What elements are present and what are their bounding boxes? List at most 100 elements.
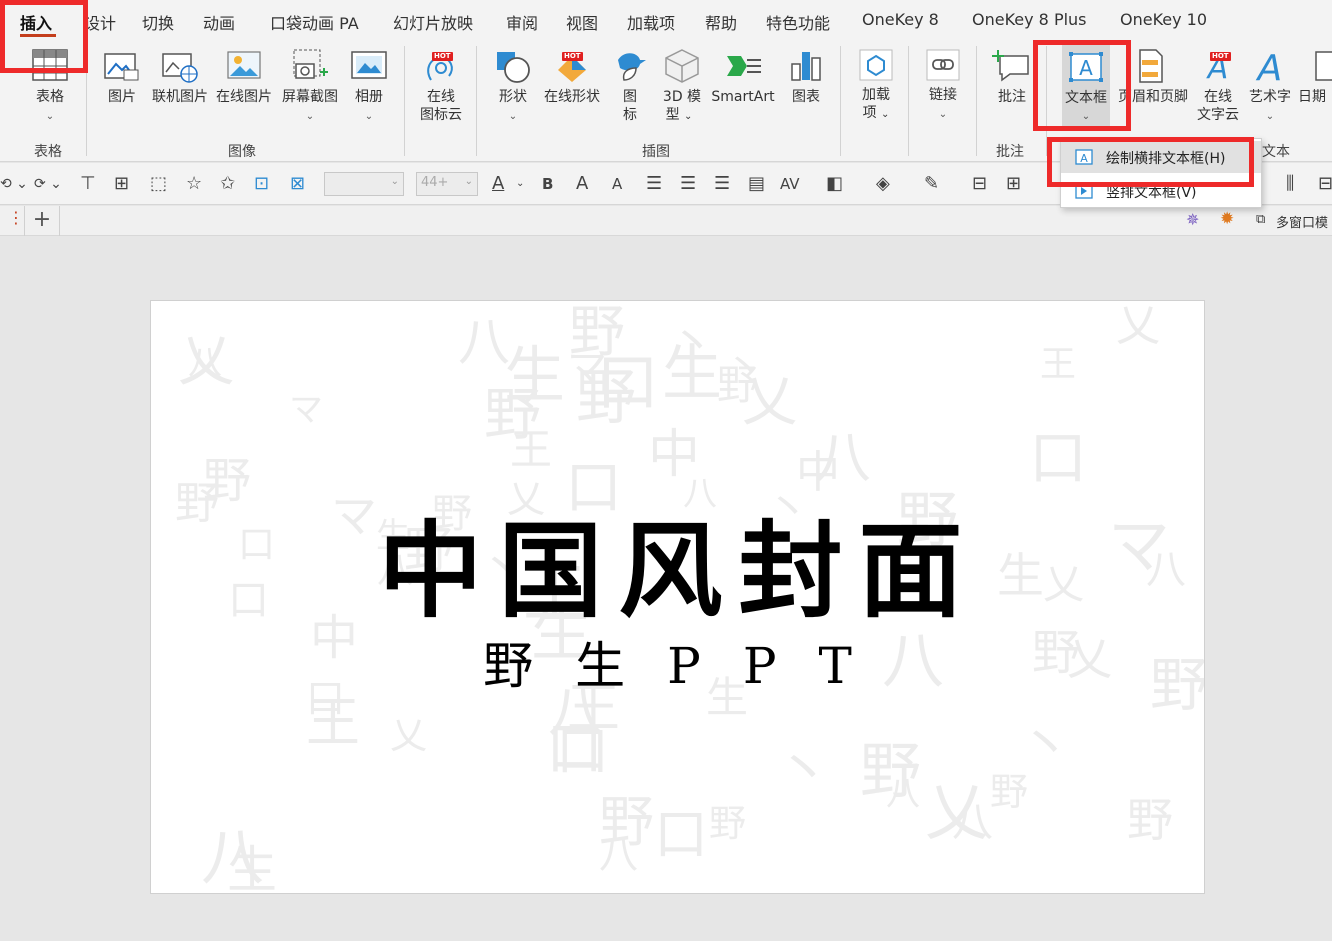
3d-models-label-2: 型 ⌄ [646, 106, 712, 126]
3d-models-label-2-text: 型 [665, 107, 680, 123]
distribute-icon[interactable]: ⫼ [1286, 173, 1294, 195]
smartart-button[interactable]: SmartArt [711, 42, 775, 122]
font-size-select[interactable]: 44+ ⌄ [416, 172, 478, 196]
justify-icon[interactable]: ☰ [680, 173, 696, 195]
background-glyph: 中 [648, 425, 701, 485]
background-glyph: 乂 [178, 329, 234, 394]
comment-button[interactable]: 批注 [992, 42, 1032, 122]
tab-review[interactable]: 审阅 [506, 10, 538, 34]
header-footer-button[interactable]: 页眉和页脚 [1118, 42, 1188, 122]
header-footer-icon [1139, 49, 1163, 83]
icons-button[interactable]: 图 标 [612, 42, 648, 132]
online-image-label: 在线图片 [216, 89, 272, 105]
slide-title[interactable]: 中国风封面 [151, 486, 1204, 637]
online-icon-cloud-button[interactable]: HOT 在线 图标云 [420, 42, 462, 132]
comment-icon [992, 50, 1029, 82]
bold-button[interactable]: B [542, 173, 553, 195]
online-picture-button[interactable]: 联机图片 [152, 42, 208, 122]
cube-icon [665, 49, 699, 83]
highlight-box-insert-tab [0, 0, 88, 73]
online-image-button[interactable]: 在线图片 [216, 42, 272, 122]
photo-album-icon [351, 51, 387, 79]
background-glyph: 乂 [390, 714, 427, 757]
tab-pocket-animation[interactable]: 口袋动画 PA [270, 10, 359, 34]
addins-button[interactable]: 加载 项 ⌄ [856, 42, 896, 132]
tab-help[interactable]: 帮助 [705, 10, 737, 34]
chevron-down-icon[interactable]: ⌄ [516, 173, 524, 195]
screenshot-button[interactable]: 屏幕截图 ⌄ [282, 42, 338, 132]
tab-onekey8[interactable]: OneKey 8 [862, 10, 939, 29]
smartart-icon [727, 56, 761, 76]
grow-font-button[interactable]: A [576, 173, 588, 195]
ribbon-tab-bar: 插入 设计 切换 动画 口袋动画 PA 幻灯片放映 审阅 视图 加载项 帮助 特… [0, 0, 1332, 42]
date-time-button[interactable]: 日期 [1300, 42, 1332, 122]
icons-label-1: 图 [623, 89, 637, 105]
chart-button[interactable]: 图表 [786, 42, 826, 122]
char-spacing-button[interactable]: AV [780, 173, 800, 195]
document-tab-bar: ⋮ + ✵ ✹ ⧉ 多窗口模 [0, 206, 1332, 236]
background-glyph: 八 [458, 313, 511, 373]
distributed-icon[interactable]: ▤ [748, 173, 765, 195]
tab-animations[interactable]: 动画 [203, 10, 235, 34]
svg-text:A: A [1256, 48, 1283, 84]
redo-icon[interactable]: ⟳ ⌄ [34, 173, 62, 195]
slide-subtitle[interactable]: 野生PPT [151, 626, 1204, 698]
wordart-button[interactable]: A 艺术字 ⌄ [1249, 42, 1291, 132]
star-outline-icon[interactable]: ✩ [220, 173, 235, 195]
align-icon[interactable]: ⊞ [114, 173, 129, 195]
background-glyph: 口 [654, 803, 708, 866]
slide-canvas[interactable]: 野生口口中八八生八野生乂口八王丶生乂乂丶野八乂口野八王口八野野王マ口野野中王八生… [150, 300, 1205, 894]
online-shapes-button[interactable]: HOT 在线形状 [544, 42, 600, 122]
star-icon[interactable]: ☆ [186, 173, 202, 195]
album-button[interactable]: 相册 ⌄ [348, 42, 390, 132]
tab-view[interactable]: 视图 [566, 10, 598, 34]
tab-transitions[interactable]: 切换 [142, 10, 174, 34]
tab-slideshow[interactable]: 幻灯片放映 [393, 10, 473, 34]
settings-gear-icon[interactable]: ✹ [1220, 209, 1234, 229]
fill-color-icon[interactable]: ◈ [876, 173, 890, 195]
3d-models-button[interactable]: 3D 模 型 ⌄ [662, 42, 702, 132]
picture-button[interactable]: 图片 [102, 42, 142, 122]
background-glyph: 生 [504, 340, 566, 411]
shapes-label: 形状 [499, 89, 527, 105]
multi-window-label[interactable]: 多窗口模 [1276, 212, 1328, 231]
picture-label: 图片 [108, 89, 136, 105]
select-icon[interactable]: ⬚ [150, 173, 167, 195]
outline-color-icon[interactable]: ✎ [924, 173, 939, 195]
link-button[interactable]: 链接 ⌄ [922, 42, 964, 132]
hot-badge: HOT [432, 52, 453, 61]
magic-icon[interactable]: ✵ [1186, 210, 1199, 229]
table-label: 表格 [36, 89, 64, 105]
arrange-icon[interactable]: ⊟ [972, 173, 987, 195]
background-glyph: 野 [709, 802, 746, 845]
font-color-icon[interactable]: A [492, 173, 504, 195]
align-left-icon[interactable]: ☰ [714, 173, 730, 195]
tab-onekey10[interactable]: OneKey 10 [1120, 10, 1207, 29]
link-icon [926, 49, 960, 81]
textbox-small-icon[interactable]: ⊡ [254, 173, 269, 195]
wordart-icon: A [1256, 48, 1283, 84]
tab-onekey8-plus[interactable]: OneKey 8 Plus [972, 10, 1087, 29]
online-text-cloud-button[interactable]: A HOT 在线 文字云 [1196, 42, 1240, 132]
shapes-button[interactable]: 形状 ⌄ [492, 42, 534, 132]
tab-design[interactable]: 设计 [84, 10, 116, 34]
online-image-icon [227, 51, 261, 79]
addins-label-1: 加载 [862, 87, 890, 103]
present-icon[interactable]: ⊤ [80, 173, 96, 195]
shrink-font-button[interactable]: A [612, 173, 622, 195]
group-icon[interactable]: ⊞ [1006, 173, 1021, 195]
add-tab-button[interactable]: + [24, 206, 60, 236]
chart-label: 图表 [792, 89, 820, 105]
shape-insert-icon[interactable]: ◧ [826, 173, 843, 195]
vertical-textbox-small-icon[interactable]: ⊠ [290, 173, 305, 195]
album-label: 相册 [355, 89, 383, 105]
tab-features[interactable]: 特色功能 [766, 10, 830, 34]
picture-icon [104, 53, 139, 81]
online-picture-icon [162, 53, 198, 83]
undo-icon[interactable]: ⟲ ⌄ [0, 173, 28, 195]
align-objects-icon[interactable]: ⊟ [1318, 173, 1332, 195]
align-center-icon[interactable]: ☰ [646, 173, 662, 195]
background-glyph: 王 [510, 425, 553, 474]
font-name-select[interactable]: ⌄ [324, 172, 404, 196]
tab-addins[interactable]: 加载项 [627, 10, 675, 34]
